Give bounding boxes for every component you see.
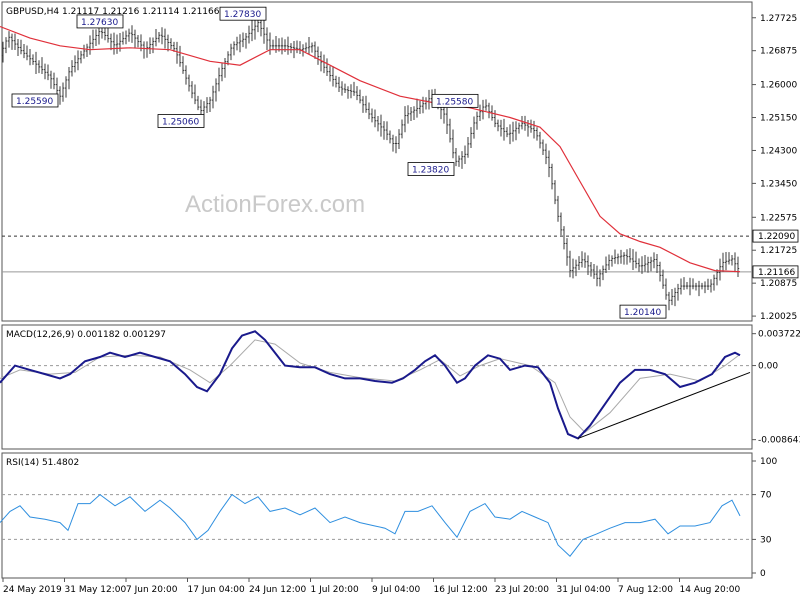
price-tick-label: 1.27725 (760, 14, 797, 24)
macd-tick-label: 0.00 (758, 362, 778, 372)
gbpusd-chart: GBPUSD,H4 1.21117 1.21216 1.21114 1.2116… (0, 1, 800, 595)
macd-panel-frame (1, 324, 753, 450)
annotation-label: 1.27830 (224, 10, 261, 20)
price-tick-label: 1.25150 (760, 114, 797, 124)
annotation-label: 1.25590 (16, 97, 53, 107)
moving-average-line (0, 25, 741, 273)
x-tick-label: 31 May 12:00 (65, 585, 127, 595)
price-tick-label: 1.20025 (760, 312, 797, 322)
x-tick-label: 31 Jul 04:00 (557, 585, 611, 595)
x-axis: 24 May 2019 31 May 12:00 7 Jun 20:00 17 Jun… (2, 578, 741, 595)
rsi-panel-frame (1, 452, 753, 579)
x-tick-label: 7 Jun 20:00 (126, 585, 178, 595)
rsi-tick-label: 100 (760, 457, 777, 467)
rsi-tick-label: 30 (760, 535, 772, 545)
rsi-panel: RSI(14) 51.4802 100 70 30 0 (0, 452, 777, 579)
x-tick-label: 24 May 2019 (3, 585, 62, 595)
price-level-label: 1.22090 (758, 232, 795, 242)
annotation-label: 1.27630 (81, 18, 118, 28)
x-tick-label: 17 Jun 04:00 (188, 585, 245, 595)
price-tick-label: 1.21725 (760, 246, 797, 256)
rsi-tick-label: 0 (760, 569, 766, 579)
price-tick-label: 1.26875 (760, 47, 797, 57)
rsi-title: RSI(14) 51.4802 (6, 458, 79, 468)
rsi-tick-label: 70 (760, 491, 772, 501)
macd-line (0, 330, 741, 440)
price-candles (1, 13, 740, 311)
x-tick-label: 7 Aug 12:00 (618, 585, 673, 595)
x-tick-label: 16 Jul 12:00 (434, 585, 488, 595)
macd-panel: MACD(12,26,9) 0.001182 0.001297 0.003722… (0, 324, 800, 450)
price-tick-label: 1.23450 (760, 179, 797, 189)
price-tick-label: 1.20875 (760, 279, 797, 289)
x-tick-label: 9 Jul 04:00 (372, 585, 421, 595)
watermark: ActionForex.com (185, 191, 365, 218)
macd-tick-label: 0.003722 (758, 330, 800, 340)
rsi-axis: 100 70 30 0 (2, 457, 777, 579)
macd-title: MACD(12,26,9) 0.001182 0.001297 (6, 330, 166, 340)
price-tick-label: 1.24300 (760, 146, 797, 156)
price-tick-label: 1.26000 (760, 81, 797, 91)
price-level-label: 1.21166 (758, 268, 795, 278)
annotation-label: 1.25580 (436, 97, 473, 107)
annotation-label: 1.20140 (624, 308, 661, 318)
price-panel: GBPUSD,H4 1.21117 1.21216 1.21114 1.2116… (0, 1, 799, 322)
price-tick-label: 1.22575 (760, 213, 797, 223)
annotation-label: 1.25060 (162, 118, 199, 128)
annotation-label: 1.23820 (412, 166, 449, 176)
x-tick-label: 14 Aug 20:00 (680, 585, 741, 595)
x-tick-label: 1 Jul 20:00 (311, 585, 360, 595)
macd-tick-label: -0.008643 (758, 436, 800, 446)
x-tick-label: 23 Jul 20:00 (495, 585, 549, 595)
rsi-line (0, 493, 741, 557)
x-tick-label: 24 Jun 12:00 (249, 585, 306, 595)
price-levels: 1.22090 1.21166 (2, 229, 799, 279)
